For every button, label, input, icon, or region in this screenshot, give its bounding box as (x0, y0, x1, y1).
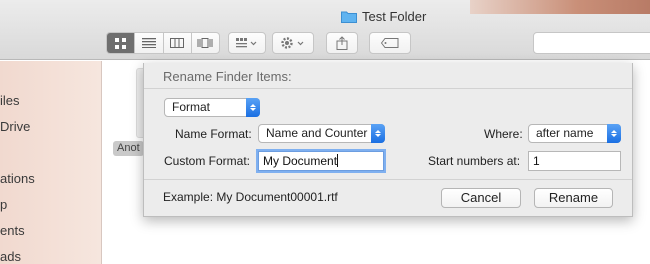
name-format-value: Name and Counter (266, 126, 368, 140)
sidebar-item-applications[interactable]: ations (0, 171, 35, 186)
cancel-button[interactable]: Cancel (441, 188, 521, 208)
tag-button[interactable] (369, 32, 411, 54)
window-title: Test Folder (341, 9, 426, 24)
share-button[interactable] (326, 32, 358, 54)
rename-mode-value: Format (172, 100, 211, 114)
list-icon (141, 38, 156, 48)
list-view-button[interactable] (135, 33, 164, 53)
chevron-updown-icon (607, 124, 621, 143)
view-mode-segmented-control (106, 32, 220, 54)
gear-icon (281, 37, 304, 49)
sidebar-item-desktop[interactable]: p (0, 197, 7, 212)
text-caret (337, 154, 339, 167)
columns-icon (170, 38, 185, 48)
search-input[interactable] (533, 32, 650, 54)
rename-button[interactable]: Rename (534, 188, 613, 208)
sidebar-item-files[interactable]: iles (0, 93, 20, 108)
grid-icon (115, 37, 127, 49)
where-label: Where: (484, 127, 523, 141)
start-numbers-value: 1 (533, 154, 540, 168)
cover-flow-view-button[interactable] (192, 33, 219, 53)
start-numbers-label: Start numbers at: (428, 154, 521, 168)
column-view-button[interactable] (164, 33, 192, 53)
cover-flow-icon (197, 38, 213, 48)
divider (144, 179, 632, 180)
where-value: after name (536, 126, 594, 140)
name-format-label: Name Format: (175, 127, 252, 141)
sidebar-item-drive[interactable]: Drive (0, 119, 30, 134)
name-format-select[interactable]: Name and Counter (258, 124, 385, 143)
chevron-updown-icon (371, 124, 385, 143)
arrange-button[interactable] (228, 32, 266, 54)
custom-format-input[interactable]: My Document (258, 151, 384, 171)
sheet-title: Rename Finder Items: (163, 69, 292, 84)
rename-sheet: Rename Finder Items: Format Name Format:… (143, 63, 633, 217)
where-select[interactable]: after name (528, 124, 621, 143)
window-title-text: Test Folder (362, 9, 427, 24)
sidebar-item-documents[interactable]: ents (0, 223, 25, 238)
icon-view-button[interactable] (107, 33, 136, 53)
folder-icon (341, 10, 357, 23)
tag-icon (381, 38, 399, 48)
sidebar-item-downloads[interactable]: ads (0, 249, 21, 264)
arrange-grid-icon (236, 38, 257, 48)
file-name-label[interactable]: Anot (113, 141, 144, 156)
desktop-background (470, 0, 650, 14)
chevron-updown-icon (246, 98, 260, 117)
action-button[interactable] (272, 32, 314, 54)
custom-format-label: Custom Format: (164, 154, 251, 168)
share-icon (336, 36, 348, 50)
custom-format-text: My Document (263, 154, 338, 168)
start-numbers-input[interactable]: 1 (528, 151, 621, 171)
rename-mode-select[interactable]: Format (164, 98, 260, 117)
divider (144, 88, 632, 89)
example-preview: Example: My Document00001.rtf (163, 190, 338, 204)
